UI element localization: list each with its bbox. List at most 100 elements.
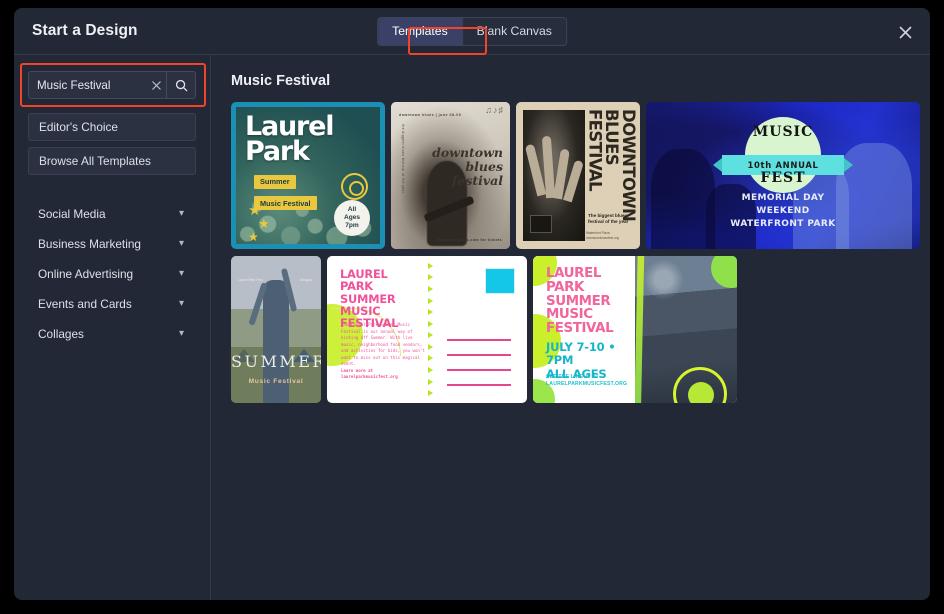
star-icon: ★ xyxy=(248,230,259,244)
chevron-down-icon: ▾ xyxy=(178,298,184,309)
chevron-right-icon xyxy=(427,355,433,362)
card-badge: All Ages 7pm xyxy=(334,200,370,236)
logo-mark xyxy=(530,215,552,233)
category-label: Business Marketing xyxy=(38,237,141,251)
blob-graphic xyxy=(711,256,737,288)
template-card-downtown-blues-vertical[interactable]: DOWNTOWN BLUES FESTIVAL The biggest blues … xyxy=(516,102,640,249)
tab-blank-canvas[interactable]: Blank Canvas xyxy=(463,18,566,45)
chevron-right-icon xyxy=(427,343,433,350)
chevron-down-icon: ▾ xyxy=(178,208,184,219)
chevron-right-icon xyxy=(427,332,433,339)
card-label-left: Laurel Park Fest xyxy=(238,278,263,282)
concert-photo xyxy=(635,256,737,403)
card-artwork: Laurel Park Summer Music Festival ★ ★ ★ … xyxy=(236,107,380,244)
chevron-right-icon xyxy=(427,390,433,397)
sidebar-item-business-marketing[interactable]: Business Marketing ▾ xyxy=(28,229,196,259)
template-card-postcard[interactable]: LAUREL PARK SUMMER MUSIC FESTIVAL The Laurel… xyxy=(327,256,527,403)
search-field-wrapper xyxy=(20,63,206,107)
template-card-music-fest[interactable]: MUSIC 10th ANNUAL FEST MEMORIAL DAY WEEK… xyxy=(646,102,920,249)
star-icon: ★ xyxy=(258,216,270,231)
sidebar-item-collages[interactable]: Collages ▾ xyxy=(28,319,196,349)
footer-line-2: WATERFRONT PARK xyxy=(730,218,836,229)
sidebar-item-social-media[interactable]: Social Media ▾ xyxy=(28,199,196,229)
chevron-right-icon xyxy=(427,285,433,292)
search-input[interactable] xyxy=(37,78,146,92)
dialog-header: Start a Design Templates Blank Canvas xyxy=(14,8,930,55)
card-side-text: the biggest blues festival of the year xyxy=(401,124,405,194)
card-footer: MEMORIAL DAY WEEKEND WATERFRONT PARK xyxy=(715,192,852,231)
card-tag-music-festival: Music Festival xyxy=(254,196,317,210)
address-line xyxy=(447,369,511,371)
page-title: Start a Design xyxy=(32,22,138,39)
sidebar-item-browse-all-templates[interactable]: Browse All Templates xyxy=(28,147,196,175)
template-grid-row: Laurel Park Fest All Ages SUMMER Music F… xyxy=(231,256,910,403)
category-label: Online Advertising xyxy=(38,267,134,281)
card-tags: Summer Music Festival xyxy=(254,171,317,214)
card-label-right: All Ages xyxy=(299,278,312,282)
card-subtitle: Music Festival xyxy=(248,378,304,385)
tab-templates[interactable]: Templates xyxy=(378,18,462,45)
close-icon[interactable] xyxy=(892,19,918,45)
chevron-right-icon xyxy=(427,366,433,373)
card-title: DOWNTOWN BLUES FESTIVAL xyxy=(585,109,638,222)
chevron-right-icon xyxy=(427,274,433,281)
badge-line: All xyxy=(347,205,357,213)
sidebar-item-events-and-cards[interactable]: Events and Cards ▾ xyxy=(28,289,196,319)
address-line xyxy=(447,354,511,356)
chevron-right-icon xyxy=(427,297,433,304)
postcard-divider xyxy=(427,260,435,399)
badge-line: 7pm xyxy=(345,222,359,230)
card-lineup-text: SEE THE LINEUP AT LAURELPARKMUSICFEST.OR… xyxy=(546,373,628,388)
results-heading: Music Festival xyxy=(231,73,331,89)
dialog-body: Editor's Choice Browse All Templates Soc… xyxy=(14,55,930,600)
chevron-right-icon xyxy=(427,320,433,327)
card-blurb: The biggest blues festival of the year xyxy=(588,213,629,225)
card-text-panel: LAUREL PARK SUMMER MUSIC FESTIVAL JULY 7-10 … xyxy=(533,256,640,403)
card-body-text: The Laurel Park Summer Music Festival is… xyxy=(341,322,425,367)
card-title: downtown blues festival xyxy=(432,145,503,188)
spiral-icon xyxy=(341,173,368,200)
chevron-right-icon xyxy=(427,262,433,269)
chevron-down-icon: ▾ xyxy=(178,328,184,339)
sidebar: Editor's Choice Browse All Templates Soc… xyxy=(14,55,211,600)
sidebar-item-online-advertising[interactable]: Online Advertising ▾ xyxy=(28,259,196,289)
card-title: Laurel Park xyxy=(245,111,335,167)
postage-stamp xyxy=(481,264,519,298)
card-bottom-text: downtownblues.com for tickets xyxy=(436,238,502,242)
address-line xyxy=(447,384,511,386)
ring-graphic xyxy=(673,367,727,403)
chevron-right-icon xyxy=(427,309,433,316)
start-a-design-dialog: Start a Design Templates Blank Canvas Mu… xyxy=(14,8,930,600)
card-tag-summer: Summer xyxy=(254,174,296,189)
category-list: Social Media ▾ Business Marketing ▾ Onli… xyxy=(28,199,196,349)
footer-line-1: MEMORIAL DAY WEEKEND xyxy=(741,192,825,216)
card-title-top: MUSIC xyxy=(752,124,814,140)
template-grid-row: Laurel Park Summer Music Festival ★ ★ ★ … xyxy=(231,102,920,249)
green-accent-shape xyxy=(635,256,645,403)
address-line xyxy=(447,339,511,341)
card-title: SUMMER xyxy=(231,352,321,371)
search-icon[interactable] xyxy=(167,72,195,98)
music-notes-icon: ♫♪♯ xyxy=(485,105,504,115)
card-title: LAUREL PARK SUMMER MUSIC FESTIVAL xyxy=(546,266,614,337)
search-box[interactable] xyxy=(28,71,196,99)
card-title-bottom: FEST xyxy=(760,170,806,186)
template-card-downtown-blues-sepia[interactable]: ♫♪♯ downtown blues | june 08-09 the bigg… xyxy=(391,102,510,249)
clear-icon[interactable] xyxy=(146,72,166,98)
view-mode-tabs: Templates Blank Canvas xyxy=(377,17,567,46)
template-card-summer-music-festival[interactable]: Laurel Park Fest All Ages SUMMER Music F… xyxy=(231,256,321,403)
template-results-panel: Music Festival Laurel Park Summer Music … xyxy=(211,55,930,600)
chevron-down-icon: ▾ xyxy=(178,238,184,249)
sidebar-item-editors-choice[interactable]: Editor's Choice xyxy=(28,113,196,141)
template-card-laurel-park[interactable]: Laurel Park Summer Music Festival ★ ★ ★ … xyxy=(231,102,385,249)
card-learn-more: Learn more at laurelparkmusicfest.org xyxy=(341,367,398,380)
chevron-down-icon: ▾ xyxy=(178,268,184,279)
card-meta: Waterfront Plaza downtownbluesfest.org xyxy=(586,231,619,241)
category-label: Social Media xyxy=(38,207,106,221)
template-card-laurel-park-july[interactable]: LAUREL PARK SUMMER MUSIC FESTIVAL JULY 7-10 … xyxy=(533,256,737,403)
date-line: JULY 7-10 • 7PM xyxy=(546,340,616,368)
category-label: Events and Cards xyxy=(38,297,132,311)
chevron-right-icon xyxy=(427,378,433,385)
card-title: LAUREL PARK SUMMER MUSIC FESTIVAL xyxy=(340,267,399,331)
card-top-text: downtown blues | june 08-09 xyxy=(399,113,462,117)
